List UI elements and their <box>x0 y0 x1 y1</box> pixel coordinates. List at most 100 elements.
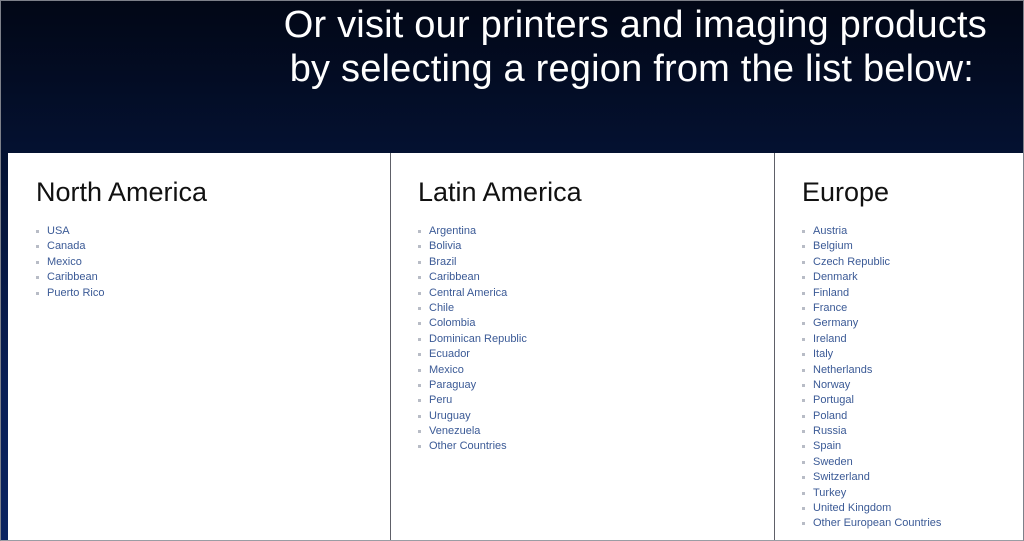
region-column-europe: Europe Austria Belgium Czech Republic Denma… <box>775 153 1022 540</box>
bullet-icon <box>418 276 421 280</box>
bullet-icon <box>802 245 805 249</box>
country-link[interactable]: Austria <box>813 225 847 237</box>
country-link[interactable]: Caribbean <box>47 271 98 283</box>
country-link[interactable]: France <box>813 302 847 314</box>
country-link[interactable]: Caribbean <box>429 271 480 283</box>
country-link[interactable]: Mexico <box>429 364 464 376</box>
country-link[interactable]: USA <box>47 225 70 237</box>
bullet-icon <box>418 306 421 310</box>
country-list-item: Argentina <box>418 224 527 239</box>
bullet-icon <box>418 430 421 434</box>
country-list: USA Canada Mexico Caribbean Puerto Rico <box>36 224 104 301</box>
bullet-icon <box>802 276 805 280</box>
bullet-icon <box>418 383 421 387</box>
bullet-icon <box>802 430 805 434</box>
country-list-item: Denmark <box>802 270 941 285</box>
country-link[interactable]: Russia <box>813 425 847 437</box>
bullet-icon <box>418 337 421 341</box>
region-heading: Latin America <box>418 177 582 207</box>
country-link[interactable]: Uruguay <box>429 410 471 422</box>
bullet-icon <box>418 230 421 233</box>
country-list-item: Caribbean <box>418 270 527 285</box>
bullet-icon <box>802 337 805 341</box>
country-list-item: Czech Republic <box>802 255 941 270</box>
country-link[interactable]: Other European Countries <box>813 517 941 529</box>
bullet-icon <box>802 353 805 357</box>
country-list-item: Portugal <box>802 393 941 408</box>
bullet-icon <box>418 260 421 264</box>
country-list-item: Spain <box>802 439 941 454</box>
bullet-icon <box>418 322 421 326</box>
country-list-item: Bolivia <box>418 239 527 254</box>
regions-panel: North America USA Canada Mexico Caribbean Pu… <box>8 153 1023 540</box>
bullet-icon <box>802 322 805 326</box>
bullet-icon <box>418 353 421 357</box>
country-link[interactable]: Other Countries <box>429 440 507 452</box>
country-list-item: Peru <box>418 393 527 408</box>
bullet-icon <box>802 491 805 495</box>
country-link[interactable]: Brazil <box>429 256 457 268</box>
country-list-item: Central America <box>418 286 527 301</box>
country-link[interactable]: Poland <box>813 410 847 422</box>
region-column-latin-america: Latin America Argentina Bolivia Brazil Cari… <box>391 153 775 540</box>
country-list-item: Paraguay <box>418 378 527 393</box>
country-list-item: Italy <box>802 347 941 362</box>
country-link[interactable]: Chile <box>429 302 454 314</box>
country-list-item: Ireland <box>802 332 941 347</box>
region-column-north-america: North America USA Canada Mexico Caribbean Pu… <box>8 153 391 540</box>
country-link[interactable]: Czech Republic <box>813 256 890 268</box>
country-link[interactable]: Denmark <box>813 271 858 283</box>
bullet-icon <box>418 414 421 418</box>
country-list-item: Other European Countries <box>802 516 941 531</box>
country-list-item: Mexico <box>418 363 527 378</box>
country-link[interactable]: United Kingdom <box>813 502 891 514</box>
country-list-item: Netherlands <box>802 363 941 378</box>
country-list-item: Uruguay <box>418 409 527 424</box>
country-link[interactable]: Dominican Republic <box>429 333 527 345</box>
bullet-icon <box>418 399 421 403</box>
country-list-item: Other Countries <box>418 439 527 454</box>
country-link[interactable]: Italy <box>813 348 833 360</box>
country-list-item: Austria <box>802 224 941 239</box>
bullet-icon <box>802 445 805 449</box>
country-link[interactable]: Turkey <box>813 487 846 499</box>
bullet-icon <box>802 414 805 418</box>
country-link[interactable]: Bolivia <box>429 240 461 252</box>
country-list-item: Russia <box>802 424 941 439</box>
country-list: Austria Belgium Czech Republic Denmark Finla… <box>802 224 941 532</box>
country-link[interactable]: Peru <box>429 394 452 406</box>
country-link[interactable]: Finland <box>813 287 849 299</box>
country-link[interactable]: Puerto Rico <box>47 287 104 299</box>
bullet-icon <box>802 476 805 480</box>
country-link[interactable]: Portugal <box>813 394 854 406</box>
headline: Or visit our printers and imaging produc… <box>1 3 1001 91</box>
country-link[interactable]: Ecuador <box>429 348 470 360</box>
country-link[interactable]: Argentina <box>429 225 476 237</box>
bullet-icon <box>802 522 805 526</box>
headline-line-1: Or visit our printers and imaging produc… <box>283 4 987 46</box>
country-link[interactable]: Paraguay <box>429 379 476 391</box>
bullet-icon <box>36 245 39 249</box>
bullet-icon <box>802 399 805 403</box>
country-link[interactable]: Sweden <box>813 456 853 468</box>
country-list-item: USA <box>36 224 104 239</box>
country-list-item: Puerto Rico <box>36 286 104 301</box>
country-list-item: Brazil <box>418 255 527 270</box>
country-link[interactable]: Mexico <box>47 256 82 268</box>
country-link[interactable]: Germany <box>813 317 858 329</box>
country-link[interactable]: Belgium <box>813 240 853 252</box>
bullet-icon <box>36 230 39 233</box>
country-link[interactable]: Colombia <box>429 317 475 329</box>
bullet-icon <box>802 383 805 387</box>
country-link[interactable]: Ireland <box>813 333 847 345</box>
bullet-icon <box>36 276 39 280</box>
country-link[interactable]: Central America <box>429 287 507 299</box>
country-link[interactable]: Netherlands <box>813 364 872 376</box>
country-link[interactable]: Switzerland <box>813 471 870 483</box>
country-list-item: Finland <box>802 286 941 301</box>
country-link[interactable]: Canada <box>47 240 86 252</box>
country-link[interactable]: Venezuela <box>429 425 480 437</box>
country-link[interactable]: Spain <box>813 440 841 452</box>
country-list-item: France <box>802 301 941 316</box>
country-link[interactable]: Norway <box>813 379 850 391</box>
